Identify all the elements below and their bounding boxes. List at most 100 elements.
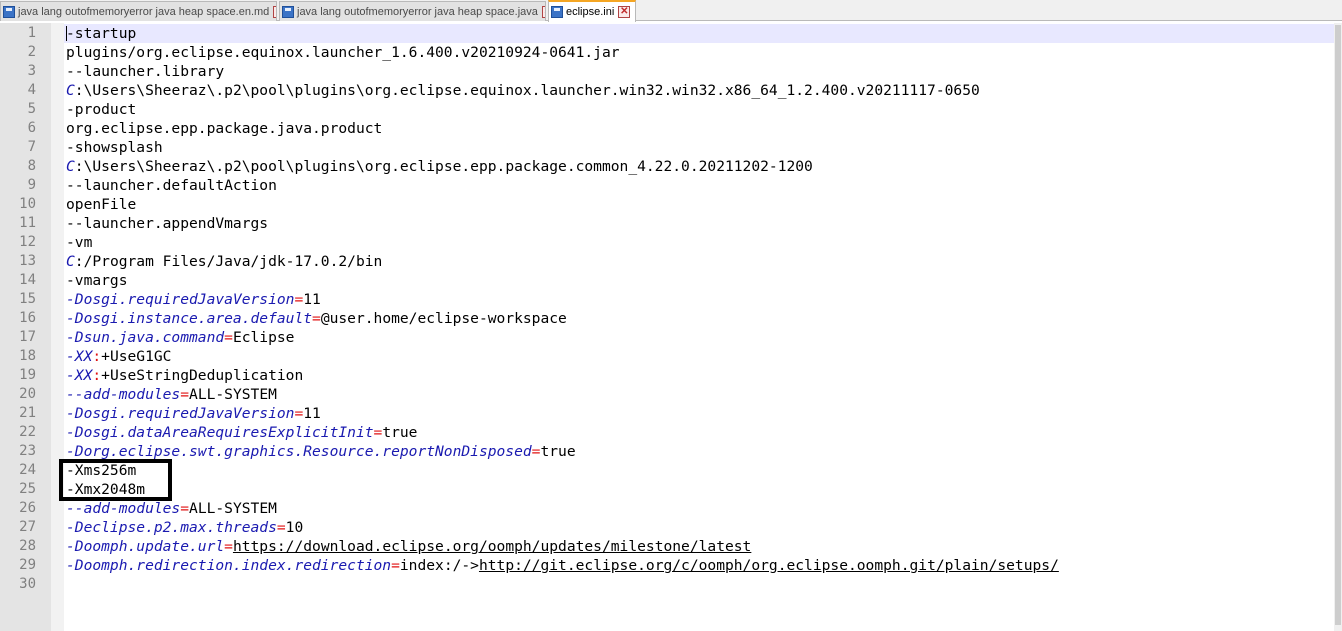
- code-token: @user.home/eclipse-workspace: [320, 310, 567, 327]
- code-line[interactable]: -Dorg.eclipse.swt.graphics.Resource.repo…: [64, 442, 1334, 461]
- code-token: -Dosgi.requiredJavaVersion: [66, 291, 295, 308]
- code-token: org.eclipse.epp.package.java.product: [66, 120, 383, 137]
- code-line[interactable]: -Dosgi.instance.area.default=@user.home/…: [64, 309, 1334, 328]
- line-number: 7: [27, 139, 36, 155]
- line-number: 30: [19, 576, 36, 592]
- code-line[interactable]: openFile: [64, 195, 1334, 214]
- vertical-scrollbar[interactable]: [1334, 23, 1342, 631]
- code-line[interactable]: -showsplash: [64, 138, 1334, 157]
- line-number-gutter: 1 2 3 4 5 6 7 8 9 10 11 12 13 14 15 16 17 18 19 20 21 22 23 24 2…: [0, 23, 51, 631]
- code-line[interactable]: C:/Program Files/Java/jdk-17.0.2/bin: [64, 252, 1334, 271]
- line-number: 28: [19, 538, 36, 554]
- code-token: -vm: [66, 234, 93, 251]
- line-number: 4: [27, 82, 36, 98]
- code-line[interactable]: -vmargs: [64, 271, 1334, 290]
- code-line[interactable]: -Doomph.update.url=https://download.ecli…: [64, 537, 1334, 556]
- code-line[interactable]: -Dosgi.requiredJavaVersion=11: [64, 404, 1334, 423]
- code-token: -Xmx2048m: [66, 481, 146, 498]
- code-line[interactable]: plugins/org.eclipse.equinox.launcher_1.6…: [64, 43, 1334, 62]
- code-line[interactable]: --launcher.appendVmargs: [64, 214, 1334, 233]
- code-line[interactable]: -startup: [64, 24, 1334, 43]
- tab-eclipse-ini[interactable]: eclipse.ini ✕: [548, 0, 636, 22]
- code-token: true: [382, 424, 418, 441]
- code-line[interactable]: -XX:+UseG1GC: [64, 347, 1334, 366]
- line-number: 3: [27, 63, 36, 79]
- line-number: 19: [19, 367, 36, 383]
- editor-text-area[interactable]: -startup plugins/org.eclipse.equinox.laun…: [64, 23, 1334, 631]
- code-line[interactable]: -Dosgi.requiredJavaVersion=11: [64, 290, 1334, 309]
- code-line[interactable]: -XX:+UseStringDeduplication: [64, 366, 1334, 385]
- line-number: 12: [19, 234, 36, 250]
- code-line[interactable]: -product: [64, 100, 1334, 119]
- code-token: -product: [66, 101, 137, 118]
- code-token: -XX: [66, 367, 93, 384]
- code-line[interactable]: [64, 575, 1334, 594]
- url-link[interactable]: https://download.eclipse.org/oomph/updat…: [233, 538, 751, 555]
- code-token: -Dsun.java.command: [66, 329, 225, 346]
- code-token: =: [391, 557, 400, 574]
- code-token: =: [312, 310, 321, 327]
- line-number: 10: [19, 196, 36, 212]
- code-token: =: [294, 405, 304, 422]
- code-token: --launcher.appendVmargs: [66, 215, 269, 232]
- tab-label: java lang outofmemoryerror java heap spa…: [18, 5, 270, 18]
- tab-label: java lang outofmemoryerror java heap spa…: [297, 5, 538, 18]
- line-number: 14: [19, 272, 36, 288]
- line-number: 29: [19, 557, 36, 573]
- close-icon[interactable]: ✕: [618, 6, 631, 18]
- code-token: +UseG1GC: [101, 348, 172, 365]
- code-line[interactable]: -Doomph.redirection.index.redirection=in…: [64, 556, 1334, 575]
- code-line[interactable]: --launcher.library: [64, 62, 1334, 81]
- line-number: 9: [27, 177, 36, 193]
- code-token: :\Users\Sheeraz\.p2\pool\plugins\org.ecl…: [74, 158, 813, 175]
- code-token: =: [224, 538, 233, 555]
- tab-bar: java lang outofmemoryerror java heap spa…: [0, 0, 1342, 22]
- code-token: =: [276, 519, 286, 536]
- close-icon[interactable]: ✕: [273, 5, 276, 18]
- code-token: -startup: [66, 25, 137, 42]
- line-number: 25: [19, 481, 36, 497]
- code-token: -Dosgi.instance.area.default: [66, 310, 313, 327]
- text-caret: [66, 26, 67, 41]
- code-token: =: [294, 291, 304, 308]
- line-number: 11: [19, 215, 36, 231]
- code-token: --launcher.library: [66, 63, 225, 80]
- code-token: ALL-SYSTEM: [189, 500, 277, 517]
- code-line[interactable]: C:\Users\Sheeraz\.p2\pool\plugins\org.ec…: [64, 81, 1334, 100]
- url-link[interactable]: http://git.eclipse.org/c/oomph/org.eclip…: [479, 557, 1059, 574]
- code-line[interactable]: -vm: [64, 233, 1334, 252]
- code-line[interactable]: --add-modules=ALL-SYSTEM: [64, 385, 1334, 404]
- code-token: openFile: [66, 196, 137, 213]
- code-token: true: [540, 443, 576, 460]
- code-token: Eclipse: [232, 329, 295, 346]
- code-token: =: [373, 424, 383, 441]
- code-token: --add-modules: [66, 386, 181, 403]
- close-icon[interactable]: ✕: [541, 5, 545, 18]
- file-saved-icon: [282, 5, 294, 18]
- code-line[interactable]: org.eclipse.epp.package.java.product: [64, 119, 1334, 138]
- code-line[interactable]: --add-modules=ALL-SYSTEM: [64, 499, 1334, 518]
- code-token: --add-modules: [66, 500, 181, 517]
- file-saved-icon: [3, 5, 15, 18]
- code-token: :\Users\Sheeraz\.p2\pool\plugins\org.ecl…: [74, 82, 980, 99]
- line-number: 6: [27, 120, 36, 136]
- tab-java-heap-space-java[interactable]: java lang outofmemoryerror java heap spa…: [279, 1, 546, 21]
- code-token: -Doomph.update.url: [66, 538, 225, 555]
- code-line[interactable]: C:\Users\Sheeraz\.p2\pool\plugins\org.ec…: [64, 157, 1334, 176]
- code-token: -Dorg.eclipse.swt.graphics.Resource.repo…: [66, 443, 532, 460]
- code-line[interactable]: -Xms256m: [64, 461, 1334, 480]
- code-token: -vmargs: [66, 272, 128, 289]
- code-line[interactable]: -Dosgi.dataAreaRequiresExplicitInit=true: [64, 423, 1334, 442]
- code-token: :/Program Files/Java/jdk-17.0.2/bin: [74, 253, 383, 270]
- tab-java-heap-space-md[interactable]: java lang outofmemoryerror java heap spa…: [0, 1, 277, 21]
- line-number: 16: [19, 310, 36, 326]
- line-number: 2: [27, 44, 36, 60]
- scrollbar-thumb[interactable]: [1335, 25, 1341, 625]
- code-line[interactable]: -Dsun.java.command=Eclipse: [64, 328, 1334, 347]
- code-line[interactable]: -Declipse.p2.max.threads=10: [64, 518, 1334, 537]
- code-line[interactable]: --launcher.defaultAction: [64, 176, 1334, 195]
- code-token: +UseStringDeduplication: [101, 367, 304, 384]
- code-line[interactable]: -Xmx2048m: [64, 480, 1334, 499]
- code-token: 10: [285, 519, 304, 536]
- code-token: index:/->: [399, 557, 479, 574]
